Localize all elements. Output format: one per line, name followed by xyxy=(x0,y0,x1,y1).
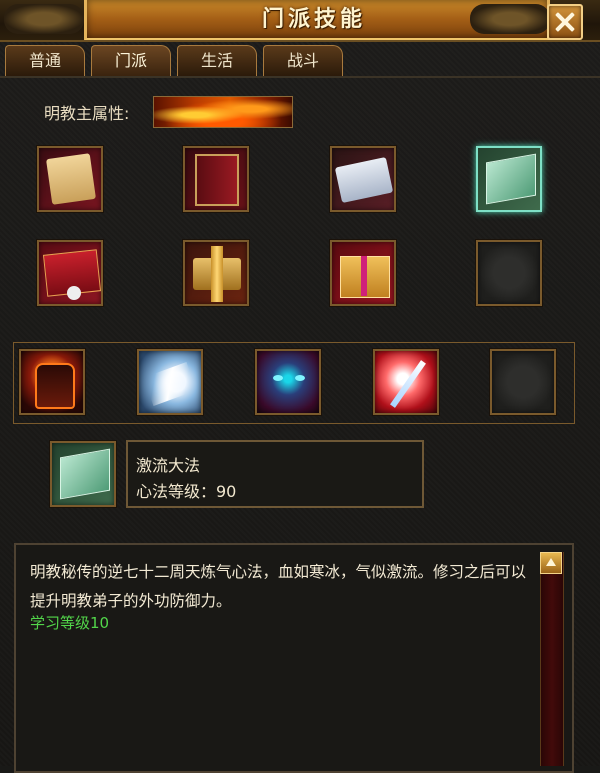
martial-slot-demon[interactable] xyxy=(255,349,321,415)
green-book-icon xyxy=(60,448,110,500)
skill-slot-gift[interactable] xyxy=(330,240,396,306)
attribute-label: 明教主属性: xyxy=(44,104,130,123)
scroll-up-button[interactable] xyxy=(540,552,562,574)
skull-icon xyxy=(67,286,81,300)
martial-slot-ice[interactable] xyxy=(137,349,203,415)
skill-description: 明教秘传的逆七十二周天炼气心法，血如寒冰，气似激流。修习之后可以提升明教弟子的外… xyxy=(30,563,527,610)
skill-slot-red-scroll[interactable] xyxy=(37,240,103,306)
red-book-icon xyxy=(195,154,239,206)
learn-level: 学习等级10 xyxy=(30,614,110,632)
skill-slot-green-book[interactable] xyxy=(476,146,542,212)
martial-slot-flame-armor[interactable] xyxy=(19,349,85,415)
green-book-icon xyxy=(486,153,536,205)
attribute-flame-bar xyxy=(153,96,293,128)
scroll-icon xyxy=(46,153,96,205)
blue-scroll-icon xyxy=(334,156,394,204)
gift-ribbon-icon xyxy=(361,256,367,296)
skill-slot-red-book[interactable] xyxy=(183,146,249,212)
demon-skull-icon xyxy=(273,375,283,381)
skill-slot-blue-scroll[interactable] xyxy=(330,146,396,212)
skill-name: 激流大法 xyxy=(136,456,201,475)
title-bar: 门派技能 xyxy=(0,0,600,42)
martial-slot-empty[interactable] xyxy=(490,349,556,415)
tab-life[interactable]: 生活 xyxy=(177,45,257,76)
tab-sect[interactable]: 门派 xyxy=(91,45,171,76)
skill-level: 心法等级：90 xyxy=(136,482,237,501)
flame-armor-icon xyxy=(35,363,75,409)
tab-divider xyxy=(0,76,600,78)
title-ornament-left xyxy=(4,4,84,34)
tab-normal[interactable]: 普通 xyxy=(5,45,85,76)
gold-blade-icon xyxy=(211,246,223,302)
selected-skill-icon-slot xyxy=(50,441,116,507)
ice-wave-icon xyxy=(143,362,197,406)
window-title: 门派技能 xyxy=(261,7,366,32)
selected-skill-info: 激流大法 心法等级：90 xyxy=(126,440,424,508)
skill-slot-empty[interactable] xyxy=(476,240,542,306)
close-button[interactable] xyxy=(547,4,583,40)
description-scrollbar[interactable] xyxy=(540,552,564,766)
sword-slash-icon xyxy=(390,360,426,408)
demon-eye-icon xyxy=(295,375,305,381)
tab-combat[interactable]: 战斗 xyxy=(263,45,343,76)
skill-slot-scroll[interactable] xyxy=(37,146,103,212)
skill-slot-gold-scroll[interactable] xyxy=(183,240,249,306)
martial-slot-sword[interactable] xyxy=(373,349,439,415)
